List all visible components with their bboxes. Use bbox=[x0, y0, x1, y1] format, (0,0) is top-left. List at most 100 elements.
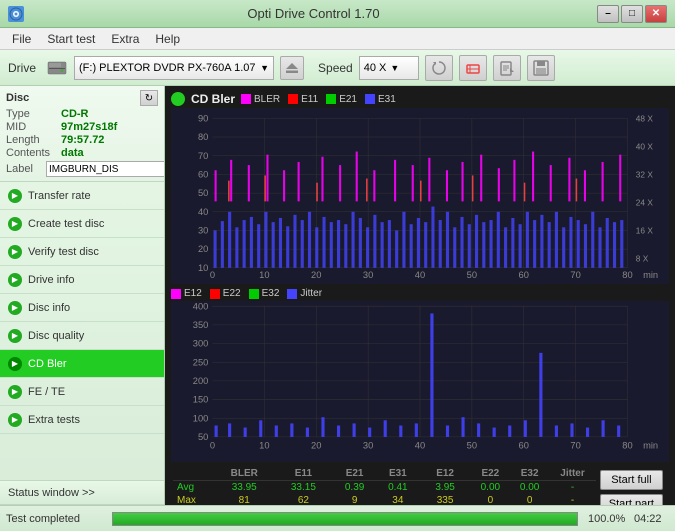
nav-icon-cd-bler: ▶ bbox=[8, 357, 22, 371]
chart1-svg: 90 80 70 60 50 40 30 20 10 0 10 20 30 40… bbox=[171, 108, 669, 284]
sidebar-item-fe-te[interactable]: ▶ FE / TE bbox=[0, 378, 164, 406]
svg-text:10: 10 bbox=[259, 270, 269, 280]
col-header-e12: E12 bbox=[419, 467, 470, 481]
col-header-e22: E22 bbox=[471, 467, 510, 481]
svg-text:50: 50 bbox=[467, 441, 477, 451]
nav-icon-drive-info: ▶ bbox=[8, 273, 22, 287]
legend-color-e32 bbox=[249, 289, 259, 299]
svg-text:30: 30 bbox=[363, 441, 373, 451]
export-button[interactable] bbox=[493, 55, 521, 81]
avg-e22: 0.00 bbox=[471, 481, 510, 495]
svg-text:150: 150 bbox=[193, 395, 209, 405]
sidebar-item-drive-info[interactable]: ▶ Drive info bbox=[0, 266, 164, 294]
max-e21: 9 bbox=[333, 494, 376, 505]
content-area: CD Bler BLER E11 E21 bbox=[165, 86, 675, 505]
disc-label-key: Label bbox=[6, 163, 46, 175]
col-header-label bbox=[173, 467, 215, 481]
svg-text:0: 0 bbox=[210, 270, 215, 280]
svg-text:80: 80 bbox=[622, 441, 632, 451]
sidebar-item-cd-bler[interactable]: ▶ CD Bler bbox=[0, 350, 164, 378]
max-e12: 335 bbox=[419, 494, 470, 505]
start-full-button[interactable]: Start full bbox=[600, 470, 663, 490]
drive-label: Drive bbox=[8, 61, 36, 75]
speed-label: Speed bbox=[318, 61, 353, 75]
svg-text:70: 70 bbox=[570, 441, 580, 451]
disc-length-value: 79:57.72 bbox=[61, 134, 104, 146]
svg-text:20: 20 bbox=[311, 270, 321, 280]
nav-icon-disc-info: ▶ bbox=[8, 301, 22, 315]
svg-text:100: 100 bbox=[193, 414, 209, 424]
menu-start-test[interactable]: Start test bbox=[39, 30, 103, 48]
chart1-wrapper: 90 80 70 60 50 40 30 20 10 0 10 20 30 40… bbox=[171, 108, 669, 284]
nav-icon-transfer-rate: ▶ bbox=[8, 189, 22, 203]
col-header-e11: E11 bbox=[274, 467, 333, 481]
maximize-button[interactable]: □ bbox=[621, 5, 643, 23]
progress-bar-fill bbox=[113, 513, 577, 525]
col-header-bler: BLER bbox=[215, 467, 274, 481]
disc-contents-value: data bbox=[61, 147, 84, 159]
legend-color-e21 bbox=[326, 94, 336, 104]
sidebar-item-verify-test-disc[interactable]: ▶ Verify test disc bbox=[0, 238, 164, 266]
sidebar-item-disc-info[interactable]: ▶ Disc info bbox=[0, 294, 164, 322]
svg-text:20: 20 bbox=[311, 441, 321, 451]
start-part-button[interactable]: Start part bbox=[600, 494, 663, 505]
sidebar-item-disc-quality[interactable]: ▶ Disc quality bbox=[0, 322, 164, 350]
svg-text:8 X: 8 X bbox=[636, 254, 649, 264]
disc-panel: Disc ↻ Type CD-R MID 97m27s18f Length 79… bbox=[0, 86, 164, 182]
progress-percent: 100.0% bbox=[588, 513, 628, 525]
refresh-button[interactable] bbox=[425, 55, 453, 81]
avg-bler: 33.95 bbox=[215, 481, 274, 495]
drive-select[interactable]: (F:) PLEXTOR DVDR PX-760A 1.07 ▼ bbox=[74, 56, 274, 80]
avg-e32: 0.00 bbox=[510, 481, 549, 495]
window-controls: – □ ✕ bbox=[597, 5, 667, 23]
sidebar-item-create-test-disc[interactable]: ▶ Create test disc bbox=[0, 210, 164, 238]
legend-color-jitter bbox=[287, 289, 297, 299]
svg-text:min: min bbox=[643, 441, 658, 451]
svg-text:30: 30 bbox=[198, 226, 208, 236]
svg-text:min: min bbox=[643, 270, 658, 280]
svg-text:40 X: 40 X bbox=[636, 142, 654, 152]
svg-text:10: 10 bbox=[259, 441, 269, 451]
disc-label-input[interactable] bbox=[46, 161, 165, 177]
row-label-avg: Avg bbox=[173, 481, 215, 495]
sidebar-item-extra-tests[interactable]: ▶ Extra tests bbox=[0, 406, 164, 434]
save-button[interactable] bbox=[527, 55, 555, 81]
app-icon bbox=[8, 6, 24, 22]
menu-bar: File Start test Extra Help bbox=[0, 28, 675, 50]
disc-length-label: Length bbox=[6, 134, 61, 146]
menu-help[interactable]: Help bbox=[147, 30, 188, 48]
close-button[interactable]: ✕ bbox=[645, 5, 667, 23]
max-jitter: - bbox=[549, 494, 595, 505]
progress-bar bbox=[112, 512, 578, 526]
chart1-container: CD Bler BLER E11 E21 bbox=[165, 86, 675, 284]
menu-extra[interactable]: Extra bbox=[103, 30, 147, 48]
max-e31: 34 bbox=[376, 494, 419, 505]
svg-text:250: 250 bbox=[193, 358, 209, 368]
svg-text:60: 60 bbox=[519, 441, 529, 451]
speed-select[interactable]: 40 X ▼ bbox=[359, 56, 419, 80]
svg-text:30: 30 bbox=[363, 270, 373, 280]
eject-button[interactable] bbox=[280, 56, 304, 80]
table-wrapper: BLER E11 E21 E31 E12 E22 E32 Jitter bbox=[173, 467, 596, 505]
nav-icon-extra-tests: ▶ bbox=[8, 413, 22, 427]
sidebar-nav: ▶ Transfer rate ▶ Create test disc ▶ Ver… bbox=[0, 182, 164, 480]
avg-e21: 0.39 bbox=[333, 481, 376, 495]
sidebar-bottom: Status window >> bbox=[0, 480, 164, 505]
svg-text:10: 10 bbox=[198, 263, 208, 273]
toolbar: Drive (F:) PLEXTOR DVDR PX-760A 1.07 ▼ S… bbox=[0, 50, 675, 86]
nav-icon-create-test-disc: ▶ bbox=[8, 217, 22, 231]
chart1-title-icon bbox=[171, 92, 185, 106]
minimize-button[interactable]: – bbox=[597, 5, 619, 23]
chart1-title: CD Bler bbox=[191, 92, 235, 106]
svg-text:350: 350 bbox=[193, 320, 209, 330]
svg-text:60: 60 bbox=[519, 270, 529, 280]
status-window-button[interactable]: Status window >> bbox=[0, 481, 164, 505]
erase-button[interactable] bbox=[459, 55, 487, 81]
menu-file[interactable]: File bbox=[4, 30, 39, 48]
row-label-max: Max bbox=[173, 494, 215, 505]
disc-refresh-button[interactable]: ↻ bbox=[140, 90, 158, 106]
chart2-wrapper: 400 350 300 250 200 150 100 50 0 10 20 3… bbox=[171, 301, 669, 462]
svg-text:50: 50 bbox=[467, 270, 477, 280]
sidebar-item-transfer-rate[interactable]: ▶ Transfer rate bbox=[0, 182, 164, 210]
svg-text:20: 20 bbox=[198, 244, 208, 254]
